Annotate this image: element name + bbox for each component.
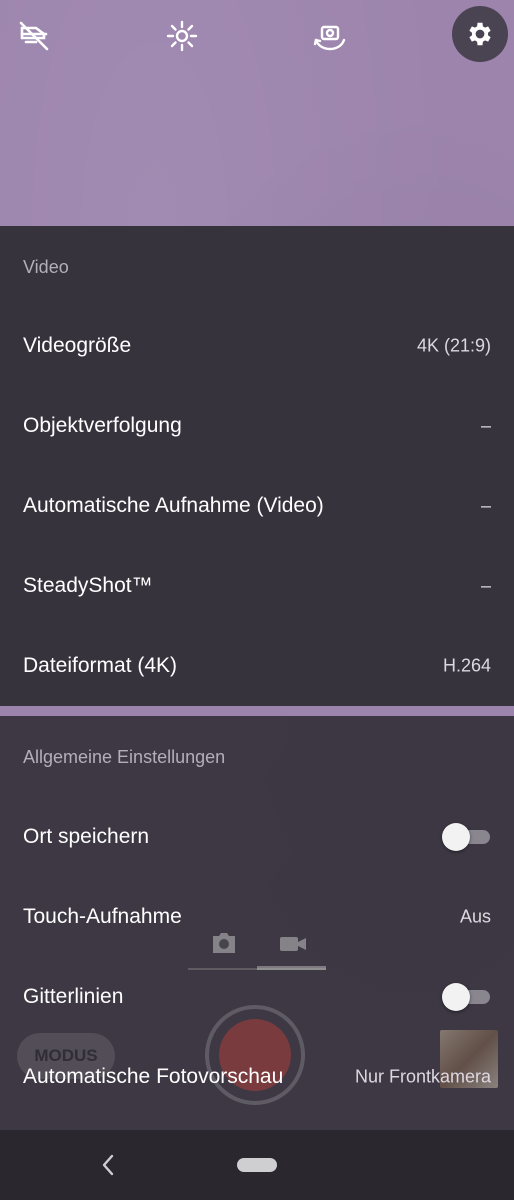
- setting-label: SteadyShot™: [23, 574, 153, 597]
- setting-row-auto-capture-video[interactable]: Automatische Aufnahme (Video) –: [0, 466, 514, 546]
- setting-row-video-size[interactable]: Videogröße 4K (21:9): [0, 306, 514, 386]
- setting-row-grid-lines[interactable]: Gitterlinien: [0, 957, 514, 1037]
- setting-label: Touch-Aufnahme: [23, 905, 182, 928]
- setting-row-object-tracking[interactable]: Objektverfolgung –: [0, 386, 514, 466]
- setting-label: Objektverfolgung: [23, 414, 182, 437]
- general-settings-panel: Allgemeine Einstellungen Ort speichern T…: [0, 716, 514, 1130]
- setting-label: Videogröße: [23, 334, 132, 357]
- grid-lines-toggle[interactable]: [442, 983, 490, 1011]
- setting-label: Gitterlinien: [23, 985, 124, 1008]
- save-location-toggle[interactable]: [442, 823, 490, 851]
- setting-row-file-format[interactable]: Dateiformat (4K) H.264: [0, 626, 514, 706]
- setting-row-save-location[interactable]: Ort speichern: [0, 797, 514, 877]
- home-pill-icon[interactable]: [237, 1158, 277, 1172]
- back-icon[interactable]: [96, 1150, 120, 1180]
- setting-value: –: [480, 415, 491, 436]
- top-toolbar: [0, 0, 514, 70]
- setting-label: Automatische Aufnahme (Video): [23, 494, 324, 517]
- setting-value: H.264: [442, 655, 491, 676]
- setting-value: –: [480, 575, 491, 596]
- section-title-general: Allgemeine Einstellungen: [23, 747, 226, 767]
- setting-value: –: [480, 495, 491, 516]
- setting-row-auto-photo-preview[interactable]: Automatische Fotovorschau Nur Frontkamer…: [0, 1037, 514, 1117]
- toggle-thumb: [442, 983, 470, 1011]
- setting-label: Automatische Fotovorschau: [23, 1065, 284, 1088]
- switch-camera-icon[interactable]: [308, 14, 352, 58]
- section-divider: [0, 706, 514, 716]
- section-title-video: Video: [23, 257, 69, 277]
- settings-icon[interactable]: [452, 6, 508, 62]
- setting-row-steadyshot[interactable]: SteadyShot™ –: [0, 546, 514, 626]
- setting-value: Nur Frontkamera: [354, 1066, 491, 1087]
- setting-label: Dateiformat (4K): [23, 654, 178, 677]
- video-settings-panel: Video Videogröße 4K (21:9) Objektverfolg…: [0, 226, 514, 706]
- setting-label: Ort speichern: [23, 825, 150, 848]
- setting-value: Aus: [459, 906, 491, 927]
- flash-off-icon[interactable]: [12, 14, 56, 58]
- brightness-icon[interactable]: [160, 14, 204, 58]
- setting-row-touch-capture[interactable]: Touch-Aufnahme Aus: [0, 877, 514, 957]
- toggle-thumb: [442, 823, 470, 851]
- setting-value: 4K (21:9): [416, 335, 491, 356]
